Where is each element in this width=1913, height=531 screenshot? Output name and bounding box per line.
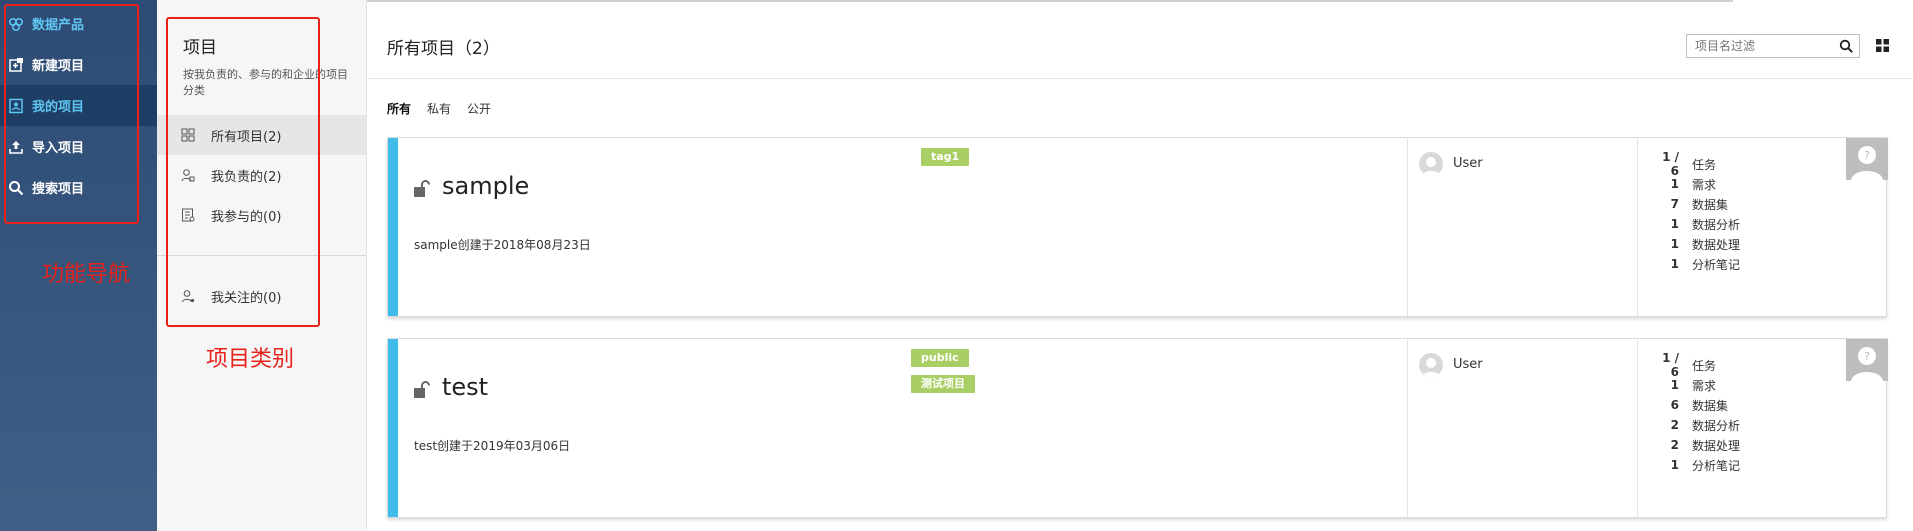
search-icon[interactable]: [1839, 39, 1854, 54]
card-accent-bar: [388, 138, 398, 316]
stat-label: 需求: [1692, 378, 1717, 393]
stat-label: 任务: [1692, 358, 1717, 373]
svg-text:?: ?: [1864, 149, 1870, 162]
category-annotation-label: 项目类别: [206, 347, 295, 372]
stat-row-analysis[interactable]: 1 数据分析: [1650, 214, 1740, 234]
project-name[interactable]: sample: [442, 172, 529, 200]
stat-row-datasets[interactable]: 6 数据集: [1650, 395, 1740, 415]
stat-count: 1: [1670, 257, 1679, 271]
stat-row-tasks[interactable]: 1 / 6 任务: [1650, 351, 1740, 379]
stat-count: 1 / 6: [1662, 150, 1679, 178]
project-stats: 1 / 6 任务 1 需求 6 数据集 2 数据分析 2 数据处理 1 分析笔记: [1650, 351, 1740, 475]
unlock-icon: [412, 180, 434, 198]
stat-row-tasks[interactable]: 1 / 6 任务: [1650, 150, 1740, 178]
user-avatar: [1419, 152, 1443, 176]
stat-count: 1 / 6: [1662, 351, 1679, 379]
card-accent-bar: [388, 339, 398, 517]
stat-count: 1: [1670, 378, 1679, 392]
stat-count: 6: [1670, 398, 1679, 412]
stat-count: 2: [1670, 418, 1679, 432]
nav-annotation-label: 功能导航: [42, 262, 131, 287]
stat-label: 数据集: [1692, 197, 1729, 212]
stat-label: 分析笔记: [1692, 458, 1741, 473]
stat-label: 数据处理: [1692, 237, 1741, 252]
stat-count: 1: [1670, 458, 1679, 472]
stat-label: 任务: [1692, 157, 1717, 172]
stat-label: 分析笔记: [1692, 257, 1741, 272]
page-title: 所有项目（2）: [387, 39, 500, 59]
project-name[interactable]: test: [442, 373, 488, 401]
project-card-test[interactable]: public 测试项目 test test创建于2019年03月06日 User…: [387, 338, 1888, 518]
stat-label: 数据集: [1692, 398, 1729, 413]
stat-label: 数据处理: [1692, 438, 1741, 453]
stat-label: 数据分析: [1692, 217, 1741, 232]
stat-row-notebooks[interactable]: 1 分析笔记: [1650, 254, 1740, 274]
project-tag[interactable]: tag1: [921, 148, 970, 166]
app: 数据产品 新建项目 我的项目 导入项目 搜索项目 项目 按我负责的、参与的和企业…: [0, 0, 1913, 531]
stat-row-notebooks[interactable]: 1 分析笔记: [1650, 455, 1740, 475]
stat-row-requirements[interactable]: 1 需求: [1650, 174, 1740, 194]
stat-count: 1: [1670, 177, 1679, 191]
header-divider: [367, 78, 1913, 79]
project-tag[interactable]: 测试项目: [911, 375, 975, 393]
stat-count: 1: [1670, 217, 1679, 231]
project-owner: User: [1453, 156, 1483, 171]
stat-row-processing[interactable]: 2 数据处理: [1650, 435, 1740, 455]
unlock-icon: [412, 381, 434, 399]
category-annotation-box: [166, 17, 320, 327]
stat-row-datasets[interactable]: 7 数据集: [1650, 194, 1740, 214]
search-input[interactable]: [1687, 35, 1827, 57]
card-divider: [1637, 138, 1638, 316]
project-description: test创建于2019年03月06日: [414, 439, 571, 453]
stat-row-requirements[interactable]: 1 需求: [1650, 375, 1740, 395]
svg-text:?: ?: [1864, 350, 1870, 363]
project-card-sample[interactable]: tag1 sample sample创建于2018年08月23日 User 1 …: [387, 137, 1888, 317]
stat-count: 2: [1670, 438, 1679, 452]
top-divider: [367, 0, 1733, 2]
stat-row-processing[interactable]: 1 数据处理: [1650, 234, 1740, 254]
stat-label: 数据分析: [1692, 418, 1741, 433]
stat-count: 1: [1670, 237, 1679, 251]
project-stats: 1 / 6 任务 1 需求 7 数据集 1 数据分析 1 数据处理 1 分析笔记: [1650, 150, 1740, 274]
stat-label: 需求: [1692, 177, 1717, 192]
stat-count: 7: [1670, 197, 1679, 211]
nav-annotation-box: [4, 4, 139, 224]
filter-tab-public[interactable]: 公开: [467, 100, 491, 117]
user-avatar: [1419, 353, 1443, 377]
card-divider: [1407, 339, 1408, 517]
project-filter-search: [1686, 34, 1860, 58]
project-description: sample创建于2018年08月23日: [414, 238, 591, 252]
grid-view-icon[interactable]: [1875, 38, 1890, 53]
stat-row-analysis[interactable]: 2 数据分析: [1650, 415, 1740, 435]
project-avatar: ?: [1846, 138, 1888, 180]
filter-tab-private[interactable]: 私有: [427, 100, 451, 117]
filter-tab-all[interactable]: 所有: [387, 100, 411, 117]
card-divider: [1407, 138, 1408, 316]
card-divider: [1637, 339, 1638, 517]
project-avatar: ?: [1846, 339, 1888, 381]
project-owner: User: [1453, 357, 1483, 372]
project-tag[interactable]: public: [911, 349, 969, 367]
